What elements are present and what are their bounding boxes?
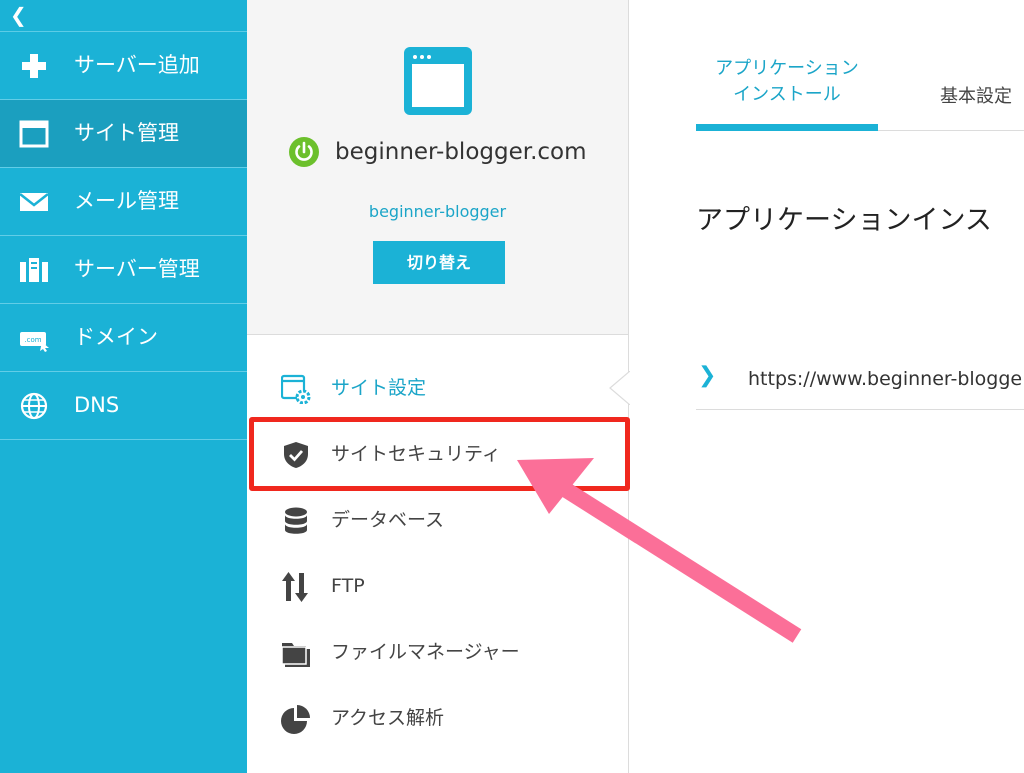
site-header: beginner-blogger.com beginner-blogger 切り…: [247, 0, 628, 335]
switch-button[interactable]: 切り替え: [373, 241, 505, 284]
site-window-icon: [404, 47, 472, 115]
nav-item-label: サーバー追加: [74, 53, 200, 77]
left-nav: ❮ サーバー追加 サイト管理 メール管理 サーバー管理 .com ドメイン DN…: [0, 0, 247, 773]
site-panel: beginner-blogger.com beginner-blogger 切り…: [247, 0, 629, 773]
tab-bar: アプリケーション インストール 基本設定: [696, 0, 1024, 131]
menu-item-label: サイト設定: [331, 377, 427, 399]
database-icon: [285, 507, 307, 534]
active-pointer: [609, 371, 630, 405]
nav-item-label: DNS: [74, 393, 120, 417]
menu-item-access-analytics[interactable]: アクセス解析: [247, 688, 628, 748]
menu-item-site-security[interactable]: サイトセキュリティ: [247, 424, 628, 484]
menu-item-label: ファイルマネージャー: [331, 641, 520, 663]
site-settings-icon: [281, 374, 311, 404]
server-icon: [20, 258, 48, 282]
nav-item-label: メール管理: [74, 189, 179, 213]
power-status-icon: [289, 137, 319, 167]
menu-item-label: サイトセキュリティ: [331, 443, 501, 465]
site-domain: beginner-blogger.com: [335, 139, 587, 165]
chevron-right-icon[interactable]: ❯: [698, 364, 716, 388]
app-list-row[interactable]: ❯ https://www.beginner-blogge: [696, 340, 1024, 410]
nav-item-server-management[interactable]: サーバー管理: [0, 236, 247, 304]
svg-text:.com: .com: [24, 336, 41, 344]
mail-icon: [19, 193, 49, 211]
chevron-left-icon: ❮: [10, 3, 27, 27]
tab-basic-settings[interactable]: 基本設定: [926, 84, 1024, 110]
app-url: https://www.beginner-blogge: [748, 368, 1023, 390]
nav-item-domain[interactable]: .com ドメイン: [0, 304, 247, 372]
collapse-button[interactable]: ❮: [0, 0, 247, 32]
tab-app-install[interactable]: アプリケーション インストール: [696, 56, 878, 108]
menu-item-label: FTP: [331, 575, 365, 597]
main-content: アプリケーション インストール 基本設定 アプリケーションインス ❯ https…: [630, 0, 1024, 773]
account-name[interactable]: beginner-blogger: [247, 202, 628, 221]
window-icon: [19, 120, 49, 148]
menu-item-site-settings[interactable]: サイト設定: [247, 358, 628, 418]
nav-item-label: サイト管理: [74, 121, 179, 145]
nav-item-add-server[interactable]: サーバー追加: [0, 32, 247, 100]
nav-item-dns[interactable]: DNS: [0, 372, 247, 440]
menu-item-label: アクセス解析: [331, 707, 445, 729]
globe-icon: [20, 392, 48, 420]
transfer-icon: [282, 572, 308, 602]
domain-icon: .com: [20, 332, 49, 352]
shield-icon: [284, 442, 308, 468]
folder-icon: [281, 643, 310, 667]
nav-item-site-management[interactable]: サイト管理: [0, 100, 247, 168]
pie-chart-icon: [281, 705, 310, 734]
page-title: アプリケーションインス: [696, 205, 992, 236]
menu-item-ftp[interactable]: FTP: [247, 556, 628, 616]
menu-item-file-manager[interactable]: ファイルマネージャー: [247, 622, 628, 682]
nav-item-mail-management[interactable]: メール管理: [0, 168, 247, 236]
menu-item-label: データベース: [331, 509, 445, 531]
active-tab-indicator: [696, 124, 878, 131]
nav-item-label: サーバー管理: [74, 257, 200, 281]
plus-icon: [22, 54, 46, 78]
nav-item-label: ドメイン: [74, 325, 158, 349]
menu-item-database[interactable]: データベース: [247, 490, 628, 550]
